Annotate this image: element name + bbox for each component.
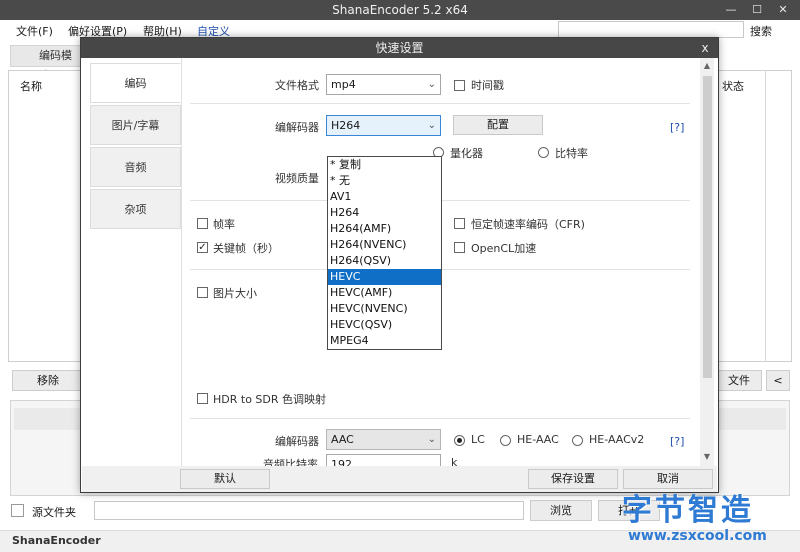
tab-encoding[interactable]: 编码: [90, 63, 181, 103]
codec-option[interactable]: H264(NVENC): [328, 237, 441, 253]
default-button[interactable]: 默认: [180, 469, 270, 489]
codec-option[interactable]: HEVC(NVENC): [328, 301, 441, 317]
minimize-button[interactable]: —: [718, 0, 744, 20]
bitrate-label: 比特率: [555, 147, 588, 160]
audio-bitrate-unit: k: [451, 456, 458, 466]
timestamp-label: 时间戳: [471, 79, 504, 92]
collapse-button[interactable]: <: [766, 370, 790, 391]
app-title: ShanaEncoder 5.2 x64: [332, 3, 468, 17]
chevron-down-icon: ⌄: [427, 79, 436, 90]
keyframe-label: 关键帧（秒）: [213, 242, 279, 255]
save-settings-button[interactable]: 保存设置: [528, 469, 618, 489]
section-divider: [190, 418, 690, 419]
source-folder-label: 源文件夹: [32, 506, 76, 519]
aac-he-radio[interactable]: [500, 435, 511, 446]
codec-option[interactable]: AV1: [328, 189, 441, 205]
keyframe-checkbox[interactable]: ✓: [197, 242, 208, 253]
app-titlebar: ShanaEncoder 5.2 x64: [0, 0, 800, 20]
settings-tabs: 编码 图片/字幕 音频 杂项: [90, 63, 181, 233]
audio-codec-value: AAC: [331, 433, 354, 446]
audio-codec-select[interactable]: AAC ⌄: [326, 429, 441, 450]
audio-codec-label: 编解码器: [275, 435, 319, 448]
close-button[interactable]: ✕: [770, 0, 796, 20]
status-text: ShanaEncoder: [12, 534, 101, 547]
codec-option[interactable]: H264: [328, 205, 441, 221]
opencl-checkbox[interactable]: [454, 242, 465, 253]
remove-button[interactable]: 移除: [12, 370, 84, 391]
audio-help-link[interactable]: [?]: [670, 435, 684, 448]
video-codec-select[interactable]: H264 ⌄: [326, 115, 441, 136]
cfr-checkbox[interactable]: [454, 218, 465, 229]
aac-lc-radio[interactable]: [454, 435, 465, 446]
framerate-label: 帧率: [213, 218, 235, 231]
image-size-label: 图片大小: [213, 287, 257, 300]
bitrate-radio[interactable]: [538, 147, 549, 158]
codec-option-selected[interactable]: HEVC: [328, 269, 441, 285]
dialog-body: 编码 图片/字幕 音频 杂项 文件格式 mp4 ⌄ 时间戳 编解码器 H264 …: [82, 58, 717, 466]
scroll-up-icon[interactable]: ▲: [700, 59, 714, 73]
chevron-down-icon: ⌄: [427, 434, 436, 445]
quick-settings-dialog: 快速设置 x 编码 图片/字幕 音频 杂项 文件格式 mp4 ⌄ 时间戳 编解码…: [80, 37, 719, 493]
column-header-name[interactable]: 名称: [20, 78, 42, 94]
config-button[interactable]: 配置: [453, 115, 543, 135]
codec-option[interactable]: * 复制: [328, 157, 441, 173]
timestamp-checkbox[interactable]: [454, 80, 465, 91]
codec-option[interactable]: * 无: [328, 173, 441, 189]
codec-option[interactable]: HEVC(AMF): [328, 285, 441, 301]
framerate-checkbox[interactable]: [197, 218, 208, 229]
dialog-close-button[interactable]: x: [696, 38, 714, 58]
search-label: 搜索: [750, 25, 772, 38]
audio-bitrate-input[interactable]: 192: [326, 454, 441, 466]
file-format-value: mp4: [331, 78, 356, 91]
column-divider: [765, 70, 766, 362]
watermark-url: www.zsxcool.com: [628, 528, 767, 544]
video-quality-label: 视频质量: [275, 172, 319, 185]
hdr-label: HDR to SDR 色调映射: [213, 393, 327, 406]
video-codec-dropdown[interactable]: * 复制 * 无 AV1 H264 H264(AMF) H264(NVENC) …: [327, 156, 442, 350]
menu-file[interactable]: 文件(F): [16, 23, 53, 39]
watermark-logo: 字节智造: [622, 493, 754, 528]
hdr-checkbox[interactable]: [197, 393, 208, 404]
search-input[interactable]: [558, 21, 744, 38]
codec-option[interactable]: H264(QSV): [328, 253, 441, 269]
tab-image-subtitle[interactable]: 图片/字幕: [90, 105, 181, 145]
video-codec-label: 编解码器: [275, 121, 319, 134]
audio-bitrate-label: 音频比特率: [263, 458, 318, 466]
image-size-checkbox[interactable]: [197, 287, 208, 298]
codec-option[interactable]: MPEG4: [328, 333, 441, 349]
dialog-title: 快速设置: [81, 38, 718, 58]
source-folder-checkbox[interactable]: [11, 504, 24, 517]
file-format-select[interactable]: mp4 ⌄: [326, 74, 441, 95]
scrollbar-thumb[interactable]: [703, 76, 712, 378]
tab-misc[interactable]: 杂项: [90, 189, 181, 229]
file-button[interactable]: 文件: [716, 370, 762, 391]
aac-hev2-label: HE-AACv2: [589, 433, 645, 446]
codec-option[interactable]: H264(AMF): [328, 221, 441, 237]
opencl-label: OpenCL加速: [471, 242, 537, 255]
maximize-button[interactable]: ☐: [744, 0, 770, 20]
scroll-down-icon[interactable]: ▼: [700, 450, 714, 464]
aac-lc-label: LC: [471, 433, 485, 446]
file-format-label: 文件格式: [275, 79, 319, 92]
quantizer-label: 量化器: [450, 147, 483, 160]
aac-hev2-radio[interactable]: [572, 435, 583, 446]
tab-audio[interactable]: 音频: [90, 147, 181, 187]
cfr-label: 恒定帧速率编码（CFR): [471, 218, 585, 231]
video-help-link[interactable]: [?]: [670, 121, 684, 134]
source-folder-input[interactable]: [94, 501, 524, 520]
audio-bitrate-value: 192: [331, 458, 352, 466]
video-codec-value: H264: [331, 119, 361, 132]
tab-encode-mode[interactable]: 编码模式: [10, 45, 82, 82]
panel-divider: [181, 58, 182, 466]
browse-button[interactable]: 浏览: [530, 500, 592, 521]
chevron-down-icon: ⌄: [427, 120, 436, 131]
aac-he-label: HE-AAC: [517, 433, 559, 446]
column-header-status[interactable]: 状态: [722, 78, 744, 94]
codec-option[interactable]: HEVC(QSV): [328, 317, 441, 333]
section-divider: [190, 103, 690, 104]
